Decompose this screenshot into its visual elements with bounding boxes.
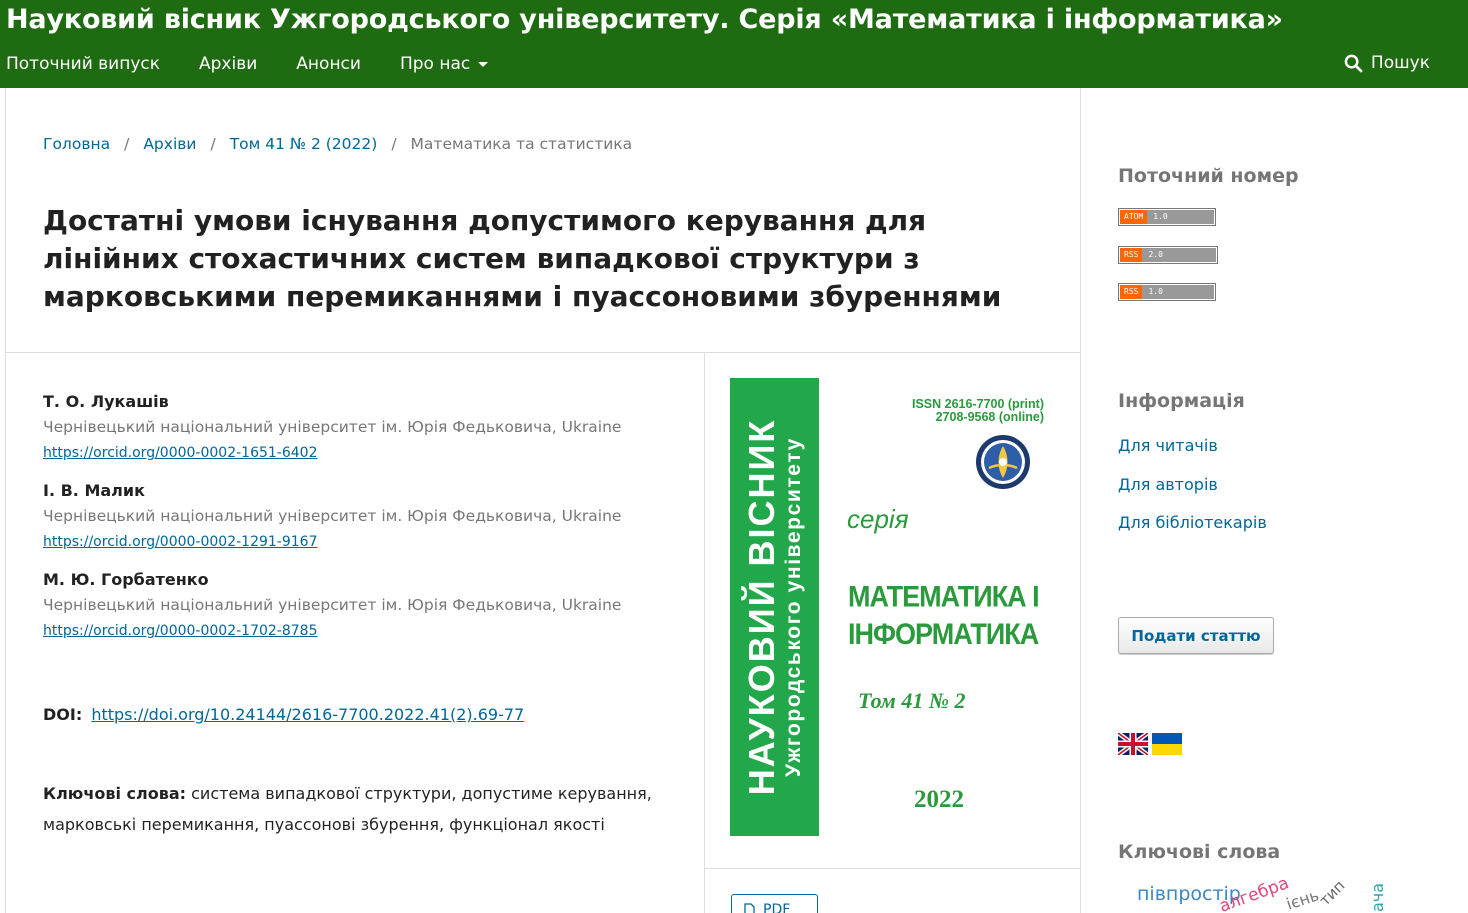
- author-name: Т. О. Лукашів: [43, 392, 169, 411]
- breadcrumb-section: Математика та статистика: [410, 135, 633, 153]
- en-flag-icon[interactable]: [1118, 733, 1148, 755]
- feed-version: 2.0: [1142, 248, 1216, 262]
- author-affiliation: Чернівецький національний університет ім…: [43, 596, 622, 614]
- breadcrumb-archives[interactable]: Архіви: [143, 135, 196, 153]
- pdf-label: PDF: [763, 902, 791, 913]
- feed-version: 1.0: [1147, 210, 1214, 224]
- nav-announcements[interactable]: Анонси: [296, 54, 361, 74]
- for-librarians-link[interactable]: Для бібліотекарів: [1118, 513, 1267, 532]
- nav-archives[interactable]: Архіви: [199, 54, 257, 74]
- university-emblem-icon: [976, 435, 1030, 489]
- breadcrumb-separator: /: [124, 135, 130, 153]
- breadcrumb-issue[interactable]: Том 41 № 2 (2022): [230, 135, 378, 153]
- for-authors-link[interactable]: Для авторів: [1118, 475, 1218, 494]
- author-item: Т. О. Лукашів Чернівецький національний …: [43, 390, 683, 466]
- cover-issn: ISSN 2616-7700 (print) 2708-9568 (online…: [912, 398, 1044, 424]
- for-readers-link[interactable]: Для читачів: [1118, 436, 1218, 455]
- tag-cloud-word[interactable]: алгебра: [1217, 873, 1292, 913]
- sidebar: Поточний номер ATOM 1.0 RSS 2.0 RSS 1.0 …: [1118, 88, 1458, 913]
- main-nav: Поточний випуск Архіви Анонси Про нас: [6, 54, 527, 74]
- nav-current-issue[interactable]: Поточний випуск: [6, 54, 160, 74]
- file-pdf-icon: [744, 903, 755, 913]
- atom-feed-badge[interactable]: ATOM 1.0: [1118, 208, 1216, 226]
- cover-spine-text: НАУКОВИЙ ВІСНИК Ужгородського університе…: [741, 418, 806, 796]
- doi: DOI: https://doi.org/10.24144/2616-7700.…: [43, 705, 524, 724]
- cover-issn-online: 2708-9568 (online): [935, 410, 1044, 424]
- nav-about[interactable]: Про нас: [399, 54, 489, 74]
- breadcrumb: Головна / Архіви / Том 41 № 2 (2022) / М…: [43, 135, 632, 153]
- author-name: М. Ю. Горбатенко: [43, 570, 209, 589]
- search-label: Пошук: [1370, 53, 1430, 73]
- doi-link[interactable]: https://doi.org/10.24144/2616-7700.2022.…: [91, 705, 524, 724]
- breadcrumb-home[interactable]: Головна: [43, 135, 110, 153]
- cover-series-word: серія: [847, 504, 909, 534]
- current-issue-heading: Поточний номер: [1118, 165, 1299, 187]
- article-keywords: Ключові слова: система випадкової структ…: [43, 778, 683, 840]
- doi-label: DOI:: [43, 705, 83, 724]
- cover-series-line2: ІНФОРМАТИКА: [848, 617, 1039, 651]
- cover-year: 2022: [914, 786, 964, 813]
- cover-spine: НАУКОВИЙ ВІСНИК Ужгородського університе…: [730, 378, 819, 836]
- author-list: Т. О. Лукашів Чернівецький національний …: [43, 390, 683, 657]
- nav-about-label: Про нас: [399, 54, 471, 74]
- feed-kind: RSS: [1120, 248, 1143, 262]
- breadcrumb-separator: /: [210, 135, 216, 153]
- author-item: М. Ю. Горбатенко Чернівецький національн…: [43, 568, 683, 644]
- column-divider: [704, 352, 705, 913]
- feed-kind: RSS: [1120, 285, 1143, 299]
- tag-cloud-word[interactable]: ача: [1368, 883, 1387, 912]
- author-item: І. В. Малик Чернівецький національний ун…: [43, 479, 683, 555]
- divider: [705, 868, 1080, 869]
- pdf-download-button[interactable]: PDF: [731, 894, 818, 913]
- search-icon: [1344, 54, 1363, 72]
- cover-series-name: МАТЕМАТИКА І ІНФОРМАТИКА: [848, 578, 1040, 653]
- divider: [6, 352, 1080, 353]
- author-orcid-link[interactable]: https://orcid.org/0000-0002-1291-9167: [43, 529, 317, 555]
- information-heading: Інформація: [1118, 390, 1245, 412]
- cover-volume: Том 41 № 2: [858, 688, 966, 713]
- keywords-heading: Ключові слова: [1118, 841, 1281, 863]
- author-orcid-link[interactable]: https://orcid.org/0000-0002-1651-6402: [43, 440, 317, 466]
- author-name: І. В. Малик: [43, 481, 145, 500]
- article-title: Достатні умови існування допустимого кер…: [43, 204, 1002, 313]
- language-switcher: [1118, 733, 1186, 755]
- breadcrumb-separator: /: [391, 135, 397, 153]
- cover-spine-subtitle: Ужгородського університету: [782, 437, 805, 777]
- site-title[interactable]: Науковий вісник Ужгородського університе…: [6, 4, 1283, 35]
- rss1-feed-badge[interactable]: RSS 1.0: [1118, 283, 1216, 301]
- author-orcid-link[interactable]: https://orcid.org/0000-0002-1702-8785: [43, 618, 317, 644]
- submit-article-button[interactable]: Подати статтю: [1118, 617, 1274, 654]
- author-affiliation: Чернівецький національний університет ім…: [43, 507, 622, 525]
- cover-series-line1: МАТЕМАТИКА І: [848, 580, 1040, 614]
- feed-kind: ATOM: [1120, 210, 1148, 224]
- feed-version: 1.0: [1142, 285, 1214, 299]
- author-affiliation: Чернівецький національний університет ім…: [43, 418, 622, 436]
- uk-flag-icon[interactable]: [1152, 733, 1182, 755]
- keywords-label: Ключові слова:: [43, 784, 187, 803]
- chevron-down-icon: [478, 61, 489, 67]
- site-header: Науковий вісник Ужгородського університе…: [0, 0, 1468, 88]
- main-content: Головна / Архіви / Том 41 № 2 (2022) / М…: [5, 88, 1081, 913]
- cover-spine-title: НАУКОВИЙ ВІСНИК: [741, 418, 782, 796]
- issue-cover-image[interactable]: НАУКОВИЙ ВІСНИК Ужгородського університе…: [730, 378, 1056, 836]
- search-link[interactable]: Пошук: [1344, 53, 1430, 73]
- tag-cloud-word[interactable]: тип: [1316, 877, 1349, 910]
- rss2-feed-badge[interactable]: RSS 2.0: [1118, 246, 1218, 264]
